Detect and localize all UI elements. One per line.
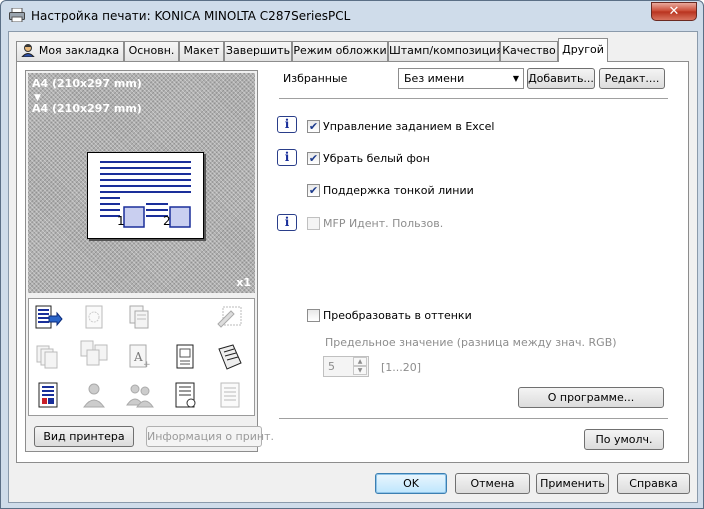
- tab-cover-mode[interactable]: Режим обложки: [292, 41, 388, 61]
- svg-text:A: A: [133, 350, 143, 364]
- about-button[interactable]: О программе...: [518, 387, 664, 408]
- print-job-icon[interactable]: [33, 304, 63, 332]
- threshold-value: 5: [328, 360, 335, 373]
- page-number-1: 1: [117, 214, 125, 228]
- excel-job-control-checkbox[interactable]: ✔: [307, 120, 320, 133]
- favorites-select[interactable]: Без имени ▼: [398, 68, 524, 89]
- tab-other[interactable]: Другой: [558, 38, 608, 62]
- tab-label: Штамп/композиция: [389, 44, 503, 57]
- tab-label: Режим обложки: [293, 44, 387, 57]
- printer-view-button[interactable]: Вид принтера: [34, 426, 134, 447]
- threshold-range: [1...20]: [381, 361, 422, 374]
- collate-pages-icon[interactable]: [79, 339, 109, 367]
- user-print-icon[interactable]: [79, 381, 109, 409]
- copy-pages-icon[interactable]: [125, 304, 155, 332]
- tab-my-tab[interactable]: Моя закладка: [16, 41, 124, 61]
- dialog-body: Моя закладка Основн. Макет Завершить Реж…: [8, 31, 698, 503]
- tab-basic[interactable]: Основн.: [124, 41, 179, 61]
- remove-white-bg-checkbox[interactable]: ✔: [307, 152, 320, 165]
- dropdown-arrow-icon: ▼: [512, 74, 519, 83]
- tab-quality[interactable]: Качество: [500, 41, 558, 61]
- grayscale-label: Преобразовать в оттенки: [323, 309, 472, 322]
- info-icon[interactable]: i: [277, 116, 297, 133]
- favorites-value: Без имени: [404, 72, 465, 85]
- remove-white-bg-label: Убрать белый фон: [323, 152, 430, 165]
- mfp-user-auth-checkbox[interactable]: [307, 217, 320, 230]
- tab-stamp-composition[interactable]: Штамп/композиция: [388, 41, 503, 61]
- title-bar: Настройка печати: KONICA MINOLTA C287Ser…: [1, 1, 703, 31]
- font-page-icon[interactable]: A +: [125, 343, 155, 371]
- threshold-label: Предельное значение (разница между знач.…: [325, 336, 617, 349]
- divider: [279, 418, 668, 419]
- booklet-icon[interactable]: [215, 343, 245, 371]
- print-settings-window: Настройка печати: KONICA MINOLTA C287Ser…: [0, 0, 704, 509]
- document-icon[interactable]: [171, 343, 201, 371]
- window-title: Настройка печати: KONICA MINOLTA C287Ser…: [31, 9, 351, 23]
- thin-line-support-checkbox[interactable]: ✔: [307, 184, 320, 197]
- favorites-label: Избранные: [283, 72, 348, 85]
- page-lines-graphic: 1 2: [100, 161, 191, 228]
- tab-label: Качество: [502, 44, 556, 57]
- info-glyph: i: [284, 117, 290, 131]
- add-favorite-button[interactable]: Добавить...: [527, 68, 595, 89]
- edit-favorite-button[interactable]: Редакт....: [599, 68, 665, 89]
- svg-text:+: +: [143, 360, 151, 370]
- tab-panel-other: A4 (210x297 mm) ▼ A4 (210x297 mm) 1 2 x1…: [16, 61, 689, 463]
- copies-count: x1: [236, 276, 251, 289]
- tab-label: Завершить: [225, 44, 291, 57]
- detailed-document-icon[interactable]: [171, 381, 201, 409]
- excel-job-control-label: Управление заданием в Excel: [323, 120, 495, 133]
- info-icon[interactable]: i: [277, 214, 297, 231]
- tab-label: Основн.: [128, 44, 175, 57]
- print-preview: A4 (210x297 mm) ▼ A4 (210x297 mm) 1 2 x1: [28, 73, 255, 293]
- cancel-button[interactable]: Отмена: [455, 473, 530, 494]
- watermark-icon[interactable]: [79, 304, 109, 332]
- multi-user-icon[interactable]: [125, 381, 155, 409]
- spin-down-icon[interactable]: ▼: [353, 366, 367, 375]
- list-document-icon[interactable]: [215, 381, 245, 409]
- info-icon[interactable]: i: [277, 149, 297, 166]
- printer-info-button[interactable]: Информация о принт.: [146, 426, 274, 447]
- grayscale-checkbox[interactable]: [307, 309, 320, 322]
- info-glyph: i: [284, 150, 290, 164]
- tab-layout[interactable]: Макет: [179, 41, 224, 61]
- original-paper-size: A4 (210x297 mm): [32, 77, 142, 90]
- ok-button[interactable]: OK: [375, 473, 447, 494]
- color-document-icon[interactable]: [33, 381, 63, 409]
- close-button[interactable]: ✕: [651, 2, 697, 21]
- info-glyph: i: [284, 215, 290, 229]
- printer-icon: [9, 8, 25, 22]
- stack-pages-icon[interactable]: [33, 343, 63, 371]
- preview-panel: A4 (210x297 mm) ▼ A4 (210x297 mm) 1 2 x1…: [25, 70, 274, 452]
- output-paper-size: A4 (210x297 mm): [32, 102, 142, 115]
- apply-button[interactable]: Применить: [536, 473, 609, 494]
- divider: [279, 98, 668, 99]
- tab-label: Другой: [562, 43, 604, 56]
- tab-label: Макет: [183, 44, 220, 57]
- page-layout-preview: 1 2: [87, 152, 204, 239]
- help-button[interactable]: Справка: [617, 473, 690, 494]
- tab-finishing[interactable]: Завершить: [224, 41, 292, 61]
- threshold-spinbox[interactable]: 5 ▲ ▼: [323, 356, 369, 377]
- spin-up-icon[interactable]: ▲: [353, 357, 367, 366]
- function-icons-grid: A +: [28, 298, 255, 416]
- page-number-2: 2: [163, 214, 171, 228]
- restore-defaults-button[interactable]: По умолч.: [584, 429, 664, 450]
- tab-label: Моя закладка: [38, 44, 120, 57]
- edit-stamp-icon[interactable]: [215, 304, 245, 332]
- user-icon: [21, 44, 35, 57]
- thin-line-support-label: Поддержка тонкой линии: [323, 184, 474, 197]
- mfp-user-auth-label: MFP Идент. Пользов.: [323, 217, 444, 230]
